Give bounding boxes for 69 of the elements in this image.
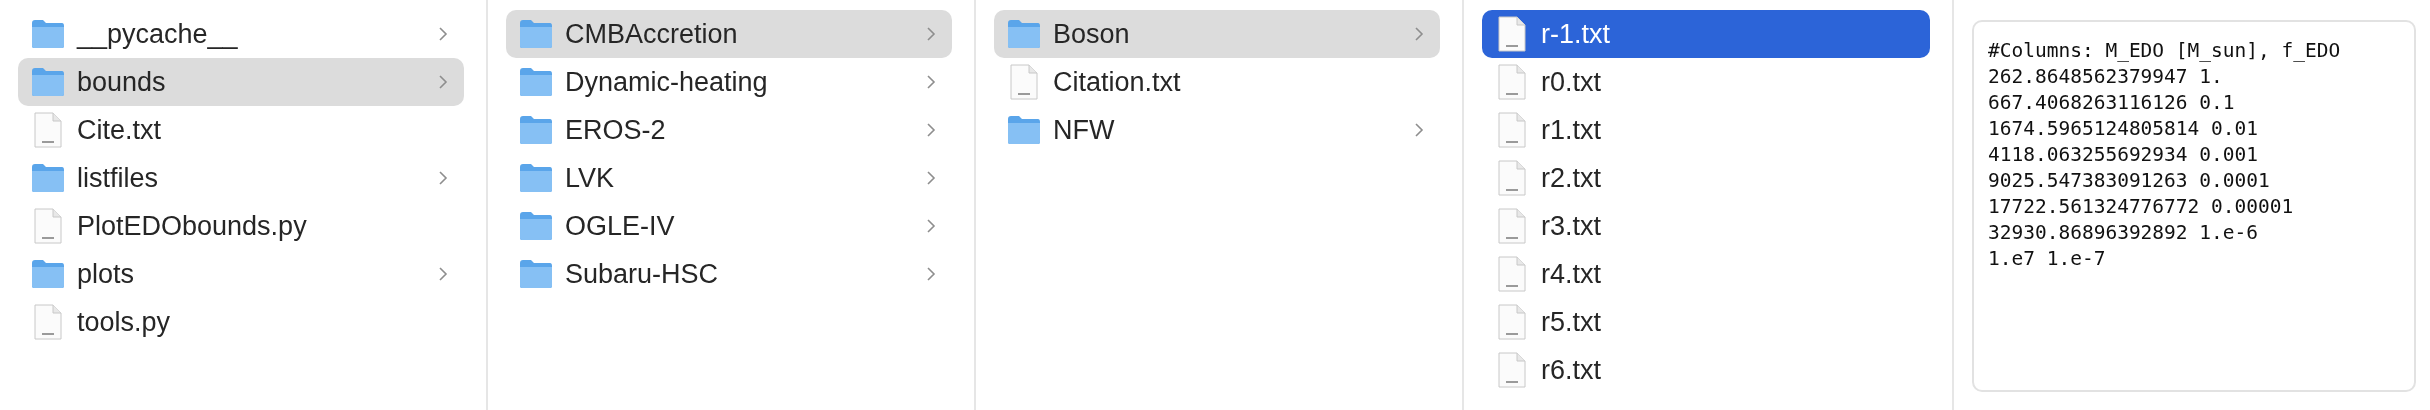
document-icon	[1498, 160, 1526, 196]
file-list-item[interactable]: r3.txt	[1482, 202, 1930, 250]
preview-line: 262.8648562379947 1.	[1988, 64, 2224, 90]
file-list-item[interactable]: r4.txt	[1482, 250, 1930, 298]
chevron-icon	[1414, 26, 1424, 42]
chevron-icon	[438, 74, 448, 90]
document-icon	[1498, 352, 1526, 388]
file-list-item[interactable]: Citation.txt	[994, 58, 1440, 106]
file-list-item[interactable]: CMBAccretion	[506, 10, 952, 58]
preview-line: 32930.86896392892 1.e-6	[1988, 220, 2260, 246]
document-icon	[1498, 112, 1526, 148]
folder-icon	[519, 115, 553, 145]
file-list-item[interactable]: Dynamic-heating	[506, 58, 952, 106]
file-list-item[interactable]: r-1.txt	[1482, 10, 1930, 58]
file-list-item[interactable]: bounds	[18, 58, 464, 106]
folder-icon	[519, 211, 553, 241]
file-list-item[interactable]: r0.txt	[1482, 58, 1930, 106]
folder-icon	[1007, 115, 1041, 145]
document-icon	[34, 304, 62, 340]
file-list-item[interactable]: OGLE-IV	[506, 202, 952, 250]
file-list-item[interactable]: tools.py	[18, 298, 464, 346]
document-icon	[1498, 64, 1526, 100]
document-icon	[34, 208, 62, 244]
folder-icon	[31, 67, 65, 97]
file-list-item[interactable]: Cite.txt	[18, 106, 464, 154]
chevron-icon	[926, 170, 936, 186]
chevron-icon	[926, 26, 936, 42]
chevron-icon	[926, 122, 936, 138]
folder-icon	[519, 163, 553, 193]
file-list-item[interactable]: r2.txt	[1482, 154, 1930, 202]
folder-icon	[31, 19, 65, 49]
folder-icon	[31, 163, 65, 193]
document-icon	[1010, 64, 1038, 100]
preview-line: #Columns: M_EDO [M_sun], f_EDO	[1988, 38, 2342, 64]
file-list-item[interactable]: EROS-2	[506, 106, 952, 154]
chevron-icon	[926, 266, 936, 282]
preview-line: 1674.5965124805814 0.01	[1988, 116, 2260, 142]
file-list-item[interactable]: NFW	[994, 106, 1440, 154]
chevron-icon	[926, 218, 936, 234]
file-list-item[interactable]: r6.txt	[1482, 346, 1930, 394]
preview-line: 1.e7 1.e-7	[1988, 246, 2107, 272]
document-icon	[1498, 208, 1526, 244]
folder-icon	[31, 259, 65, 289]
folder-icon	[519, 67, 553, 97]
chevron-icon	[438, 266, 448, 282]
file-list-item[interactable]: r1.txt	[1482, 106, 1930, 154]
file-list-item[interactable]: Subaru-HSC	[506, 250, 952, 298]
preview-line: 17722.561324776772 0.00001	[1988, 194, 2295, 220]
chevron-icon	[926, 74, 936, 90]
file-list-item[interactable]: listfiles	[18, 154, 464, 202]
file-list-item[interactable]: r5.txt	[1482, 298, 1930, 346]
chevron-icon	[1414, 122, 1424, 138]
folder-icon	[1007, 19, 1041, 49]
document-icon	[1498, 256, 1526, 292]
document-icon	[34, 112, 62, 148]
preview-line: 9025.547383091263 0.0001	[1988, 168, 2271, 194]
file-list-item[interactable]: LVK	[506, 154, 952, 202]
file-list-item[interactable]: plots	[18, 250, 464, 298]
document-icon	[1498, 16, 1526, 52]
folder-icon	[519, 259, 553, 289]
chevron-icon	[438, 170, 448, 186]
document-icon	[1498, 304, 1526, 340]
preview-line: 667.4068263116126 0.1	[1988, 90, 2236, 116]
file-list-item[interactable]: Boson	[994, 10, 1440, 58]
chevron-icon	[438, 26, 448, 42]
preview-line: 4118.063255692934 0.001	[1988, 142, 2260, 168]
file-list-item[interactable]: __pycache__	[18, 10, 464, 58]
folder-icon	[519, 19, 553, 49]
file-list-item[interactable]: PlotEDObounds.py	[18, 202, 464, 250]
